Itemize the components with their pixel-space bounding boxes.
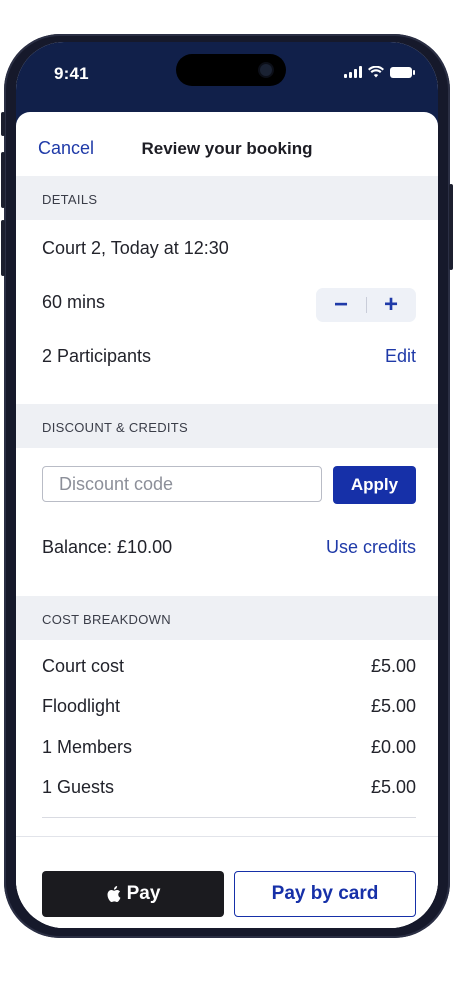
cost-row-label: Floodlight	[42, 696, 121, 716]
power-button	[449, 184, 453, 270]
cost-divider	[42, 817, 416, 818]
discount-header-label: DISCOUNT & CREDITS	[42, 420, 189, 435]
cost-row-value: £5.00	[370, 696, 416, 716]
details-section-header: DETAILS	[16, 176, 438, 220]
cost-row-label: 1 Members	[42, 737, 133, 757]
decrease-duration-button[interactable]: −	[316, 288, 366, 322]
duration-text: 60 mins	[42, 292, 106, 312]
court-time-text: Court 2, Today at 12:30	[42, 238, 229, 258]
apple-logo-icon	[107, 886, 120, 902]
camera-icon	[260, 64, 272, 76]
use-credits-link[interactable]: Use credits	[326, 537, 416, 558]
cost-row-value: £5.00	[370, 777, 416, 797]
cost-row-value: £5.00	[370, 656, 416, 676]
duration-stepper: − +	[316, 288, 416, 322]
participants-text: 2 Participants	[42, 346, 152, 366]
booking-sheet: Cancel Review your booking DETAILS Court…	[16, 112, 438, 928]
volume-down-button	[1, 220, 5, 276]
dynamic-island	[176, 54, 286, 86]
status-time: 9:41	[54, 64, 89, 83]
cost-row-label: 1 Guests	[42, 777, 115, 797]
apple-pay-label: Pay	[126, 883, 161, 904]
battery-icon	[390, 66, 415, 78]
discount-code-input[interactable]	[42, 466, 322, 502]
nav-bar: Cancel Review your booking	[16, 112, 438, 177]
screen: 9:41 Cancel Review your booking DETAILS …	[16, 42, 438, 928]
page-title: Review your booking	[141, 139, 313, 158]
wifi-icon	[368, 66, 384, 78]
apple-pay-button[interactable]: Pay	[42, 871, 224, 917]
details-header-label: DETAILS	[42, 192, 98, 207]
cost-section-header: COST BREAKDOWN	[16, 596, 438, 640]
status-icons	[344, 66, 415, 78]
cost-header-label: COST BREAKDOWN	[42, 612, 171, 627]
payment-footer: Pay Pay by card	[16, 836, 438, 928]
volume-up-button	[1, 152, 5, 208]
edit-participants-link[interactable]: Edit	[385, 346, 416, 367]
increase-duration-button[interactable]: +	[366, 288, 416, 322]
balance-text: Balance: £10.00	[42, 537, 173, 557]
discount-section-header: DISCOUNT & CREDITS	[16, 404, 438, 448]
cost-row-label: Court cost	[42, 656, 125, 676]
cost-row-value: £0.00	[370, 737, 416, 757]
signal-icon	[344, 66, 362, 78]
pay-by-card-button[interactable]: Pay by card	[234, 871, 416, 917]
apply-button[interactable]: Apply	[333, 466, 416, 504]
action-button	[1, 112, 5, 136]
phone-frame: 9:41 Cancel Review your booking DETAILS …	[1, 34, 453, 938]
